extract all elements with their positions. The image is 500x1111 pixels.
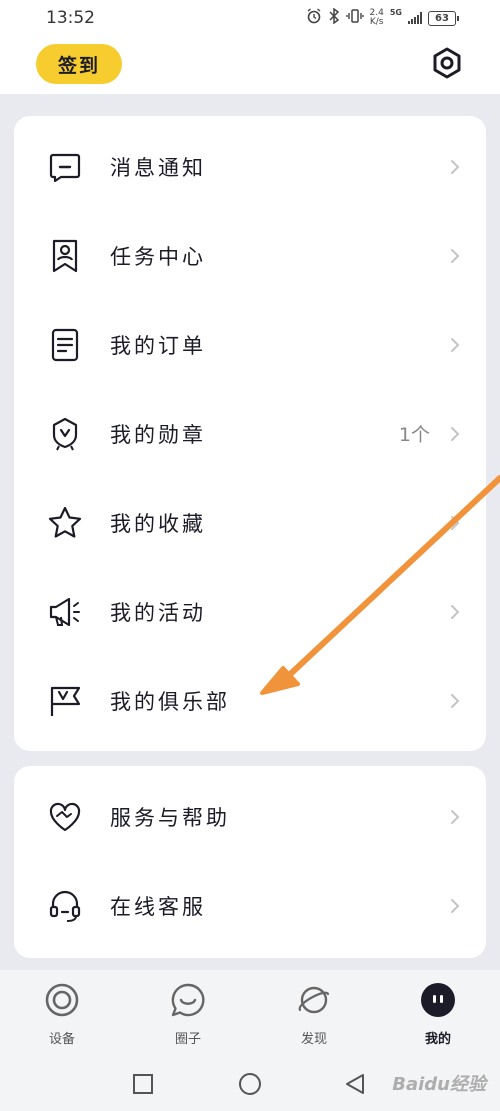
vibrate-icon (345, 8, 364, 28)
checkin-button[interactable]: 签到 (36, 44, 122, 84)
nav-tab-mine[interactable]: 我的 (398, 982, 478, 1052)
chevron-right-icon (448, 514, 462, 532)
menu-item-favorites[interactable]: 我的收藏 (14, 478, 486, 567)
chevron-right-icon (448, 336, 462, 354)
menu-item-label: 我的勋章 (110, 422, 206, 447)
chevron-right-icon (448, 158, 462, 176)
nav-tab-discover[interactable]: 发现 (274, 982, 354, 1052)
nav-label: 发现 (300, 1032, 327, 1047)
flag-icon (46, 682, 84, 720)
settings-button[interactable] (428, 46, 466, 84)
header: 签到 (0, 36, 500, 94)
menu-item-label: 任务中心 (110, 244, 206, 269)
watermark-logo: Baidu经验 (392, 1074, 486, 1095)
profile-face-icon (420, 982, 456, 1018)
menu-item-medals[interactable]: 我的勋章 1个 (14, 389, 486, 478)
menu-item-label: 我的俱乐部 (110, 689, 230, 714)
back-button[interactable] (343, 1072, 367, 1096)
status-time: 13:52 (46, 8, 95, 28)
network-speed: 2.4 K/s (370, 9, 384, 27)
headset-icon (46, 887, 84, 925)
network-type: 5G (389, 8, 402, 17)
bottom-nav: 设备 圈子 发现 我的 (0, 970, 500, 1060)
heart-handshake-icon (46, 798, 84, 836)
bluetooth-icon (328, 7, 340, 28)
hexagon-gear-icon (430, 46, 464, 84)
medal-count: 1个 (398, 424, 430, 446)
nav-label: 设备 (48, 1032, 75, 1047)
menu-item-label: 消息通知 (110, 155, 206, 180)
battery-level: 63 (435, 12, 449, 24)
chevron-right-icon (448, 247, 462, 265)
chevron-right-icon (448, 692, 462, 710)
recent-apps-button[interactable] (131, 1072, 155, 1096)
menu-item-orders[interactable]: 我的订单 (14, 300, 486, 389)
nav-label: 圈子 (174, 1032, 201, 1047)
menu-item-label: 在线客服 (110, 894, 206, 919)
menu-item-activities[interactable]: 我的活动 (14, 567, 486, 656)
menu-item-label: 我的订单 (110, 333, 206, 358)
menu-item-label: 服务与帮助 (110, 805, 230, 830)
chevron-right-icon (448, 425, 462, 443)
chevron-right-icon (448, 808, 462, 826)
status-bar: 13:52 2.4 K/s 5G 63 (0, 0, 500, 36)
menu-item-label: 我的收藏 (110, 511, 206, 536)
smile-bubble-icon (170, 982, 206, 1018)
network-speed-unit: K/s (369, 17, 384, 27)
chevron-right-icon (448, 897, 462, 915)
device-ring-icon (44, 982, 80, 1018)
task-badge-icon (46, 237, 84, 275)
menu-card-primary: 消息通知 任务中心 我的订单 我的勋章 1个 我的收藏 我的活动 我的俱乐部 (14, 116, 486, 751)
megaphone-icon (46, 593, 84, 631)
menu-item-clubs[interactable]: 我的俱乐部 (14, 656, 486, 745)
menu-item-service-help[interactable]: 服务与帮助 (14, 772, 486, 861)
planet-icon (296, 982, 332, 1018)
medal-icon (46, 415, 84, 453)
menu-item-messages[interactable]: 消息通知 (14, 122, 486, 211)
menu-card-support: 服务与帮助 在线客服 (14, 766, 486, 958)
nav-tab-device[interactable]: 设备 (22, 982, 102, 1052)
message-icon (46, 148, 84, 186)
signal-icon (408, 12, 422, 24)
star-icon (46, 504, 84, 542)
nav-tab-circle[interactable]: 圈子 (148, 982, 228, 1052)
nav-label: 我的 (424, 1032, 451, 1047)
menu-item-online-support[interactable]: 在线客服 (14, 861, 486, 950)
status-icons: 2.4 K/s 5G 63 (306, 7, 459, 28)
chevron-right-icon (448, 603, 462, 621)
battery-icon: 63 (428, 10, 459, 26)
order-list-icon (46, 326, 84, 364)
alarm-icon (306, 8, 322, 28)
home-button[interactable] (238, 1072, 262, 1096)
menu-item-task-center[interactable]: 任务中心 (14, 211, 486, 300)
menu-item-label: 我的活动 (110, 600, 206, 625)
